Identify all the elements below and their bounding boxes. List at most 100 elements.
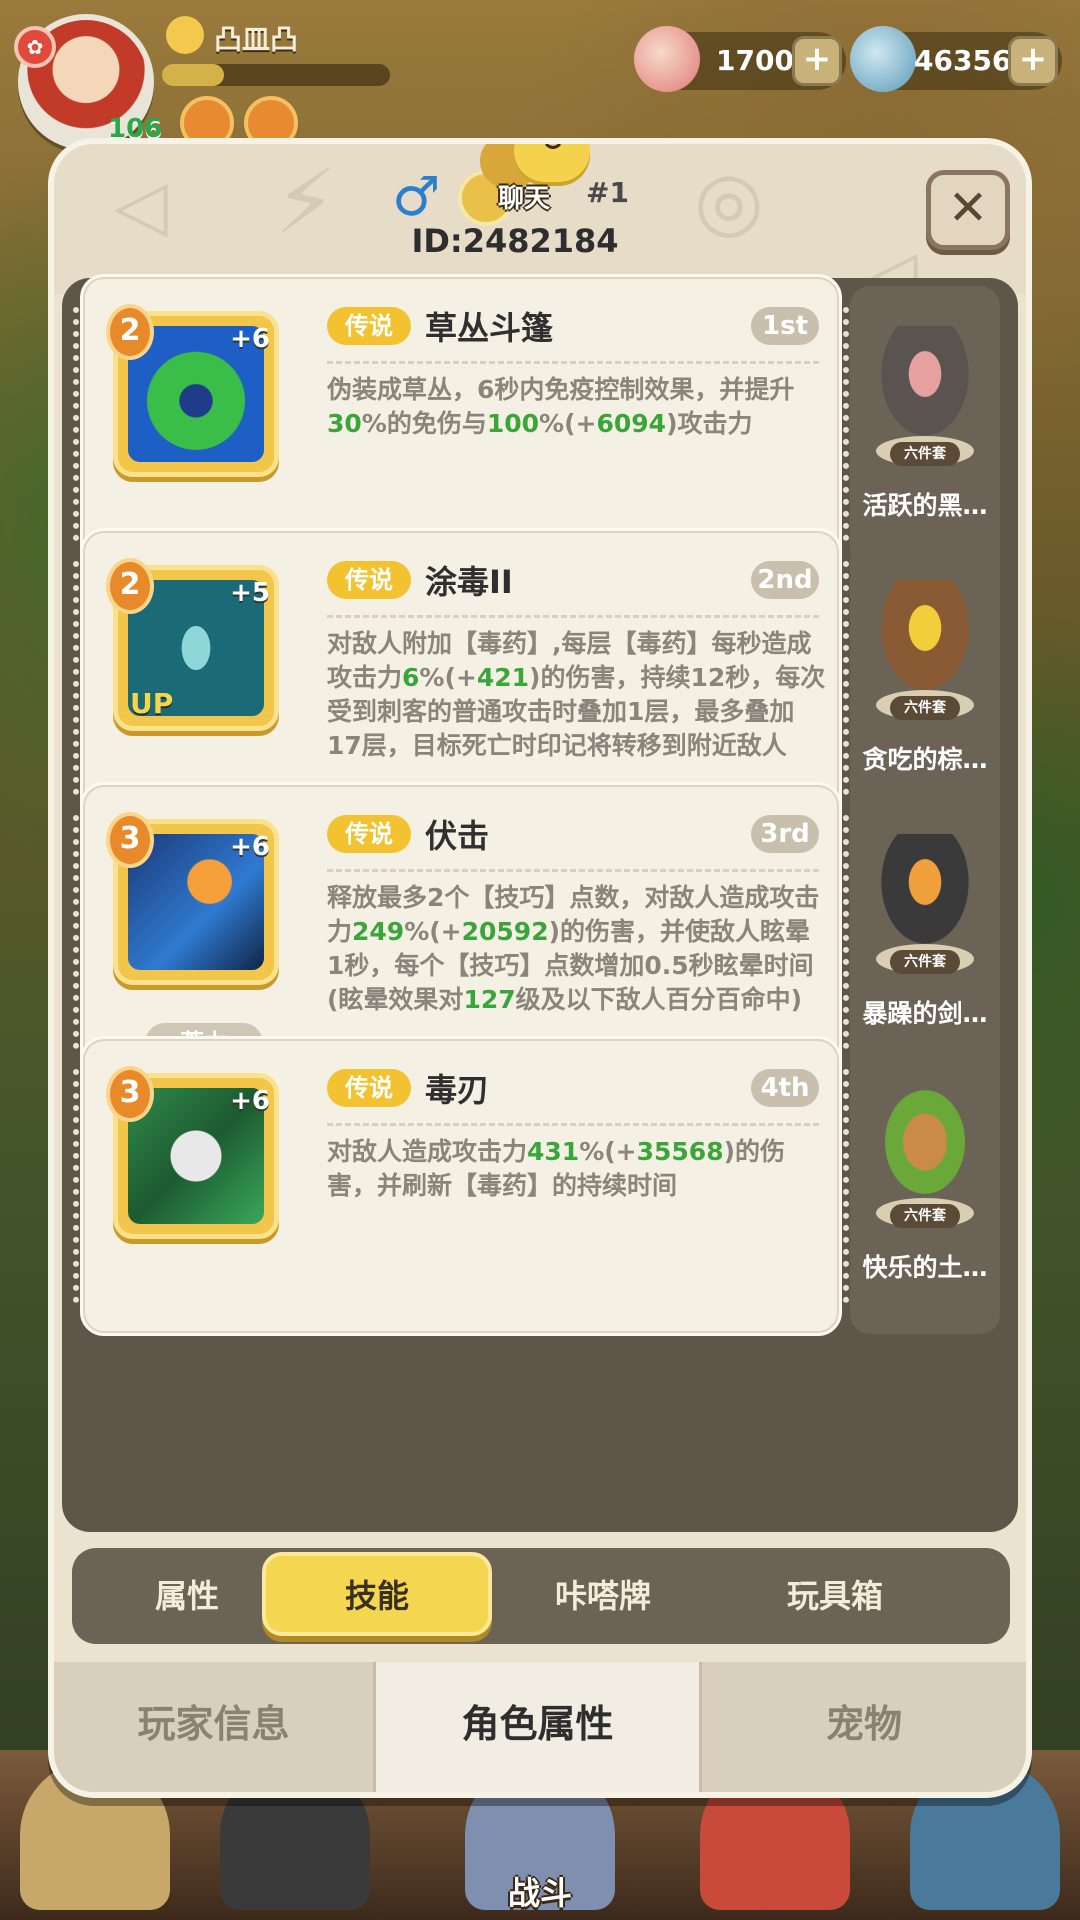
tab-skills[interactable]: 技能 <box>262 1552 492 1636</box>
title-suffix: #1 <box>586 176 629 209</box>
skill-name: 毒刃 <box>425 1071 490 1109</box>
desc-value: 35568 <box>636 1137 724 1166</box>
sub-tab-bar: 属性 技能 咔嗒牌 玩具箱 <box>72 1548 1010 1644</box>
pet-card[interactable]: 六件套 贪吃的棕… <box>850 540 1000 826</box>
pet-card[interactable]: 六件套 暴躁的剑… <box>850 794 1000 1080</box>
tab-pets[interactable]: 宠物 <box>702 1662 1026 1792</box>
desc-text: %的免伤与 <box>361 409 487 438</box>
tab-character-attributes[interactable]: 角色属性 <box>376 1662 702 1792</box>
player-info-panel: ◁ ⚡ ◎ ◁ ♂ #1 聊天 ID:2482184 ✕ +6 2 传说 草丛斗… <box>48 138 1032 1798</box>
rarity-tag: 传说 <box>327 1069 411 1107</box>
shell-star-icon <box>634 26 700 92</box>
skill-rank-badge: 1st <box>751 307 819 345</box>
desc-value: 249 <box>352 917 405 946</box>
title-icon <box>166 16 204 54</box>
currency-clams: 463562 + <box>850 26 1062 92</box>
player-title: #1 <box>586 176 629 209</box>
currency-shells: 1700 + <box>634 26 846 92</box>
skill-rank-badge: 4th <box>751 1069 819 1107</box>
pet-name: 暴躁的剑… <box>862 999 988 1028</box>
add-shells-button[interactable]: + <box>792 36 842 86</box>
desc-value: 20592 <box>461 917 549 946</box>
card-edge-decoration <box>837 307 849 541</box>
desc-value: 127 <box>463 985 516 1014</box>
xp-bar-fill <box>162 64 224 86</box>
divider <box>327 361 819 364</box>
bee-bear-pet-icon <box>874 580 976 700</box>
desc-text: 对敌人造成攻击力 <box>327 1137 528 1166</box>
skill-icon-frame[interactable]: +6 2 <box>106 304 279 477</box>
rarity-tag: 传说 <box>327 307 411 345</box>
skill-name: 涂毒II <box>425 563 513 601</box>
mole-pet-icon <box>874 1088 976 1208</box>
desc-value: 6 <box>402 663 420 692</box>
desc-text: %(+ <box>404 917 462 946</box>
skill-rank-badge: 2nd <box>751 561 819 599</box>
desc-text: %(+ <box>419 663 477 692</box>
skill-level-badge: 3 <box>106 812 154 868</box>
skill-upgrade-plus: +5 <box>230 578 270 608</box>
card-edge-decoration <box>837 815 849 1049</box>
pet-card[interactable]: 六件套 快乐的土… <box>850 1048 1000 1334</box>
rarity-tag: 传说 <box>327 561 411 599</box>
male-symbol-icon: ♂ <box>392 165 441 228</box>
card-edge-decoration <box>73 561 85 795</box>
divider <box>327 1123 819 1126</box>
pet-set-tag: 六件套 <box>890 442 960 466</box>
hud-player-name: 凸皿凸 <box>214 23 299 56</box>
sword-dog-pet-icon <box>874 834 976 954</box>
clam-icon <box>850 26 916 92</box>
skill-icon-frame[interactable]: +5 UP 2 <box>106 558 279 731</box>
divider <box>327 869 819 872</box>
boar-pet-icon <box>874 326 976 446</box>
skill-level-badge: 3 <box>106 1066 154 1122</box>
skill-upgrade-plus: +6 <box>230 832 270 862</box>
desc-value: 100 <box>486 409 540 438</box>
desc-value: 6094 <box>596 409 667 438</box>
close-button[interactable]: ✕ <box>926 170 1010 250</box>
desc-value: 30 <box>327 409 362 438</box>
xp-bar <box>162 64 390 86</box>
main-tab-bar: 玩家信息 角色属性 宠物 <box>54 1662 1026 1792</box>
tab-click-cards[interactable]: 咔嗒牌 <box>488 1548 718 1644</box>
card-edge-decoration <box>837 561 849 795</box>
skill-description: 对敌人附加【毒药】,每层【毒药】每秒造成攻击力6%(+421)的伤害，持续12秒… <box>327 627 827 763</box>
pet-set-tag: 六件套 <box>890 696 960 720</box>
desc-text: 级及以下敌人百分百命中) <box>515 985 803 1014</box>
skills-list: +6 2 传说 草丛斗篷 1st 伪装成草丛，6秒内免疫控制效果，并提升 30%的… <box>62 274 1018 1532</box>
pet-name: 贪吃的棕… <box>862 745 988 774</box>
desc-text: %(+ <box>579 1137 637 1166</box>
pet-set-tag: 六件套 <box>890 1204 960 1228</box>
skill-name: 草丛斗篷 <box>425 309 554 347</box>
card-edge-decoration <box>73 1069 85 1303</box>
skill-icon-frame[interactable]: +6 3 <box>106 1066 279 1239</box>
card-edge-decoration <box>837 1069 849 1303</box>
skill-description: 伪装成草丛，6秒内免疫控制效果，并提升 30%的免伤与100%(+6094)攻击力 <box>327 373 827 441</box>
player-id: ID:2482184 <box>411 222 619 260</box>
skill-level-badge: 2 <box>106 558 154 614</box>
tab-player-info[interactable]: 玩家信息 <box>54 1662 376 1792</box>
skill-upgrade-plus: +6 <box>230 324 270 354</box>
skill-up-label: UP <box>130 687 174 720</box>
skill-card[interactable]: +6 3 传说 毒刃 4th 对敌人造成攻击力431%(+35568)的伤害，并… <box>73 1036 849 1336</box>
card-edge-decoration <box>73 815 85 1049</box>
desc-value: 431 <box>527 1137 580 1166</box>
pet-name: 活跃的黑… <box>862 491 988 520</box>
tab-toy-box[interactable]: 玩具箱 <box>720 1548 950 1644</box>
desc-text: )攻击力 <box>666 409 753 438</box>
rarity-tag: 传说 <box>327 815 411 853</box>
skill-name: 伏击 <box>425 817 490 855</box>
battle-label[interactable]: 战斗 <box>470 1868 610 1914</box>
chat-button-label[interactable]: 聊天 <box>498 178 550 215</box>
pet-set-tag: 六件套 <box>890 950 960 974</box>
desc-text: %(+ <box>539 409 597 438</box>
desc-value: 421 <box>476 663 530 692</box>
notification-badge-icon[interactable]: ✿ <box>14 26 56 68</box>
skill-description: 对敌人造成攻击力431%(+35568)的伤害，并刷新【毒药】的持续时间 <box>327 1135 827 1203</box>
skill-level-badge: 2 <box>106 304 154 360</box>
desc-text: 伪装成草丛，6秒内免疫控制效果，并提升 <box>327 375 795 404</box>
skill-icon-frame[interactable]: +6 3 <box>106 812 279 985</box>
pet-card[interactable]: 六件套 活跃的黑… <box>850 286 1000 572</box>
add-clams-button[interactable]: + <box>1008 36 1058 86</box>
currency-value: 1700 <box>716 44 794 77</box>
